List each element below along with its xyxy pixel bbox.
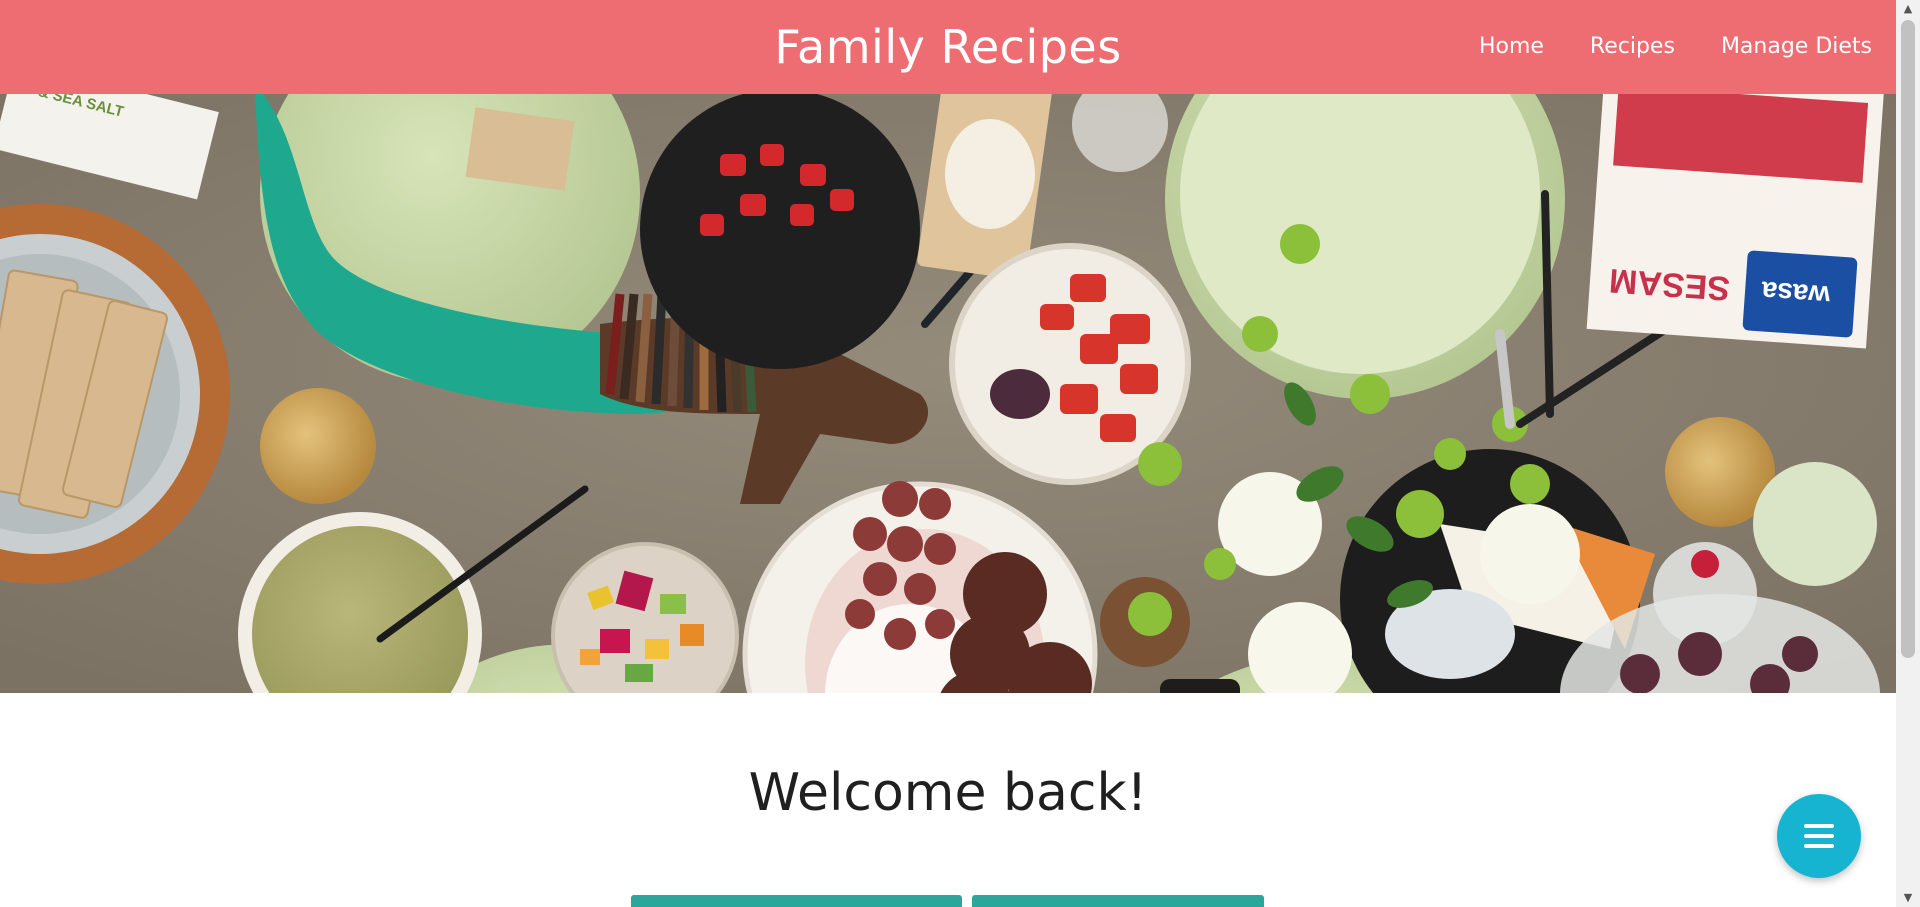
scroll-down-arrow-icon[interactable]: ▼	[1896, 889, 1920, 907]
nav-manage-diets-link[interactable]: Manage Diets	[1721, 30, 1872, 64]
site-header: Family Recipes Home Recipes Manage Diets	[0, 0, 1896, 94]
menu-icon	[1804, 824, 1834, 828]
primary-action-button[interactable]	[631, 895, 962, 907]
food-table-photo: & SEA SALT SESAM wasa	[0, 94, 1896, 693]
vertical-scrollbar[interactable]: ▲ ▼	[1896, 0, 1920, 907]
welcome-heading: Welcome back!	[748, 763, 1148, 823]
page: Family Recipes Home Recipes Manage Diets	[0, 0, 1896, 907]
wasa-cracker-box: SESAM wasa	[1586, 94, 1884, 349]
scrollbar-thumb[interactable]	[1901, 20, 1915, 658]
nav-home-link[interactable]: Home	[1479, 30, 1544, 64]
main-nav: Home Recipes Manage Diets	[1479, 30, 1872, 64]
secondary-action-button[interactable]	[972, 895, 1264, 907]
svg-text:wasa: wasa	[1760, 276, 1832, 312]
menu-fab-button[interactable]	[1777, 794, 1861, 878]
hero-image: & SEA SALT SESAM wasa	[0, 94, 1896, 693]
welcome-actions	[631, 895, 1264, 907]
nav-recipes-link[interactable]: Recipes	[1590, 30, 1675, 64]
scroll-up-arrow-icon[interactable]: ▲	[1896, 0, 1920, 18]
